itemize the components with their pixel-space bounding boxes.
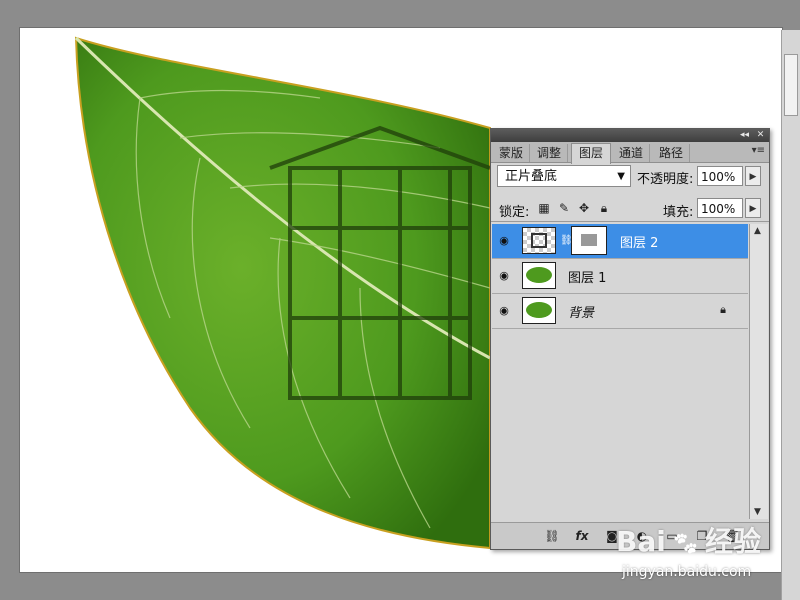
scroll-thumb[interactable] — [784, 54, 798, 116]
tab-masks[interactable]: 蒙版 — [493, 144, 530, 162]
vertical-scrollbar[interactable] — [781, 30, 800, 600]
layer-thumbnail — [522, 297, 556, 324]
layer-row-1[interactable]: ◉ 图层 1 — [492, 259, 748, 294]
visibility-eye-icon[interactable]: ◉ — [496, 303, 512, 319]
opacity-label: 不透明度: — [637, 172, 694, 187]
opacity-slider-button[interactable]: ▶ — [745, 166, 761, 186]
panel-titlebar[interactable]: ◂◂ ✕ — [491, 129, 769, 142]
visibility-eye-icon[interactable]: ◉ — [496, 233, 512, 249]
collapse-icon[interactable]: ◂◂ — [739, 130, 750, 141]
layers-scrollbar[interactable]: ▲ ▼ — [749, 224, 768, 519]
lock-label: 锁定: — [499, 205, 530, 220]
lock-all-icon[interactable]: 🔒︎ — [597, 201, 611, 215]
lock-transparency-icon[interactable]: ▦ — [537, 201, 551, 215]
dropdown-arrow-icon: ▼ — [617, 171, 625, 182]
blend-row: 正片叠底 ▼ 不透明度: 100% ▶ — [491, 165, 769, 191]
watermark-brand-cn: 经验 — [704, 525, 761, 558]
layer-mask-thumbnail[interactable] — [571, 226, 607, 255]
lock-row: 锁定: ▦ ✎ ✥ 🔒︎ 填充: 100% ▶ — [491, 197, 769, 222]
panel-menu-icon[interactable]: ▾≡ — [752, 145, 765, 156]
layer-name[interactable]: 图层 2 — [620, 232, 658, 251]
layer-name[interactable]: 图层 1 — [568, 267, 606, 286]
fill-input[interactable]: 100% — [697, 198, 743, 218]
tab-layers[interactable]: 图层 — [571, 143, 611, 164]
lock-position-icon[interactable]: ✥ — [577, 201, 591, 215]
layer-thumbnail — [522, 262, 556, 289]
tab-channels[interactable]: 通道 — [613, 144, 650, 162]
watermark-brand: Bai — [616, 525, 666, 558]
layers-panel: ◂◂ ✕ 蒙版 调整 图层 通道 路径 ▾≡ 正片叠底 ▼ 不透明度: 100%… — [490, 128, 770, 550]
watermark-url: jingyan.baidu.com — [622, 564, 752, 580]
tab-adjustments[interactable]: 调整 — [531, 144, 568, 162]
scroll-up-icon[interactable]: ▲ — [754, 226, 761, 236]
layer-row-2[interactable]: ◉ ⛓ 图层 2 — [492, 224, 748, 259]
layer-name[interactable]: 背景 — [568, 302, 594, 321]
visibility-eye-icon[interactable]: ◉ — [496, 268, 512, 284]
layer-row-background[interactable]: ◉ 背景 🔒︎ — [492, 294, 748, 329]
scroll-down-icon[interactable]: ▼ — [754, 507, 761, 517]
tab-paths[interactable]: 路径 — [653, 144, 690, 162]
paw-icon: 🐾︎ — [671, 532, 700, 557]
watermark-logo: Bai 🐾︎ 经验 — [616, 520, 761, 560]
panel-tabs: 蒙版 调整 图层 通道 路径 ▾≡ — [491, 142, 769, 164]
blend-mode-select[interactable]: 正片叠底 ▼ — [497, 165, 631, 187]
lock-icon: 🔒︎ — [720, 303, 726, 316]
lock-pixels-icon[interactable]: ✎ — [557, 201, 571, 215]
fill-slider-button[interactable]: ▶ — [745, 198, 761, 218]
opacity-input[interactable]: 100% — [697, 166, 743, 186]
fill-label: 填充: — [663, 205, 694, 220]
blend-mode-value: 正片叠底 — [505, 169, 558, 184]
layers-list: ◉ ⛓ 图层 2 ◉ 图层 1 ◉ 背景 🔒︎ — [492, 224, 748, 519]
close-icon[interactable]: ✕ — [755, 130, 766, 141]
fx-icon[interactable]: fx — [573, 527, 591, 545]
layer-thumbnail — [522, 227, 556, 254]
mask-link-icon[interactable]: ⛓ — [560, 235, 573, 246]
link-layers-icon[interactable]: ⛓ — [543, 527, 561, 545]
